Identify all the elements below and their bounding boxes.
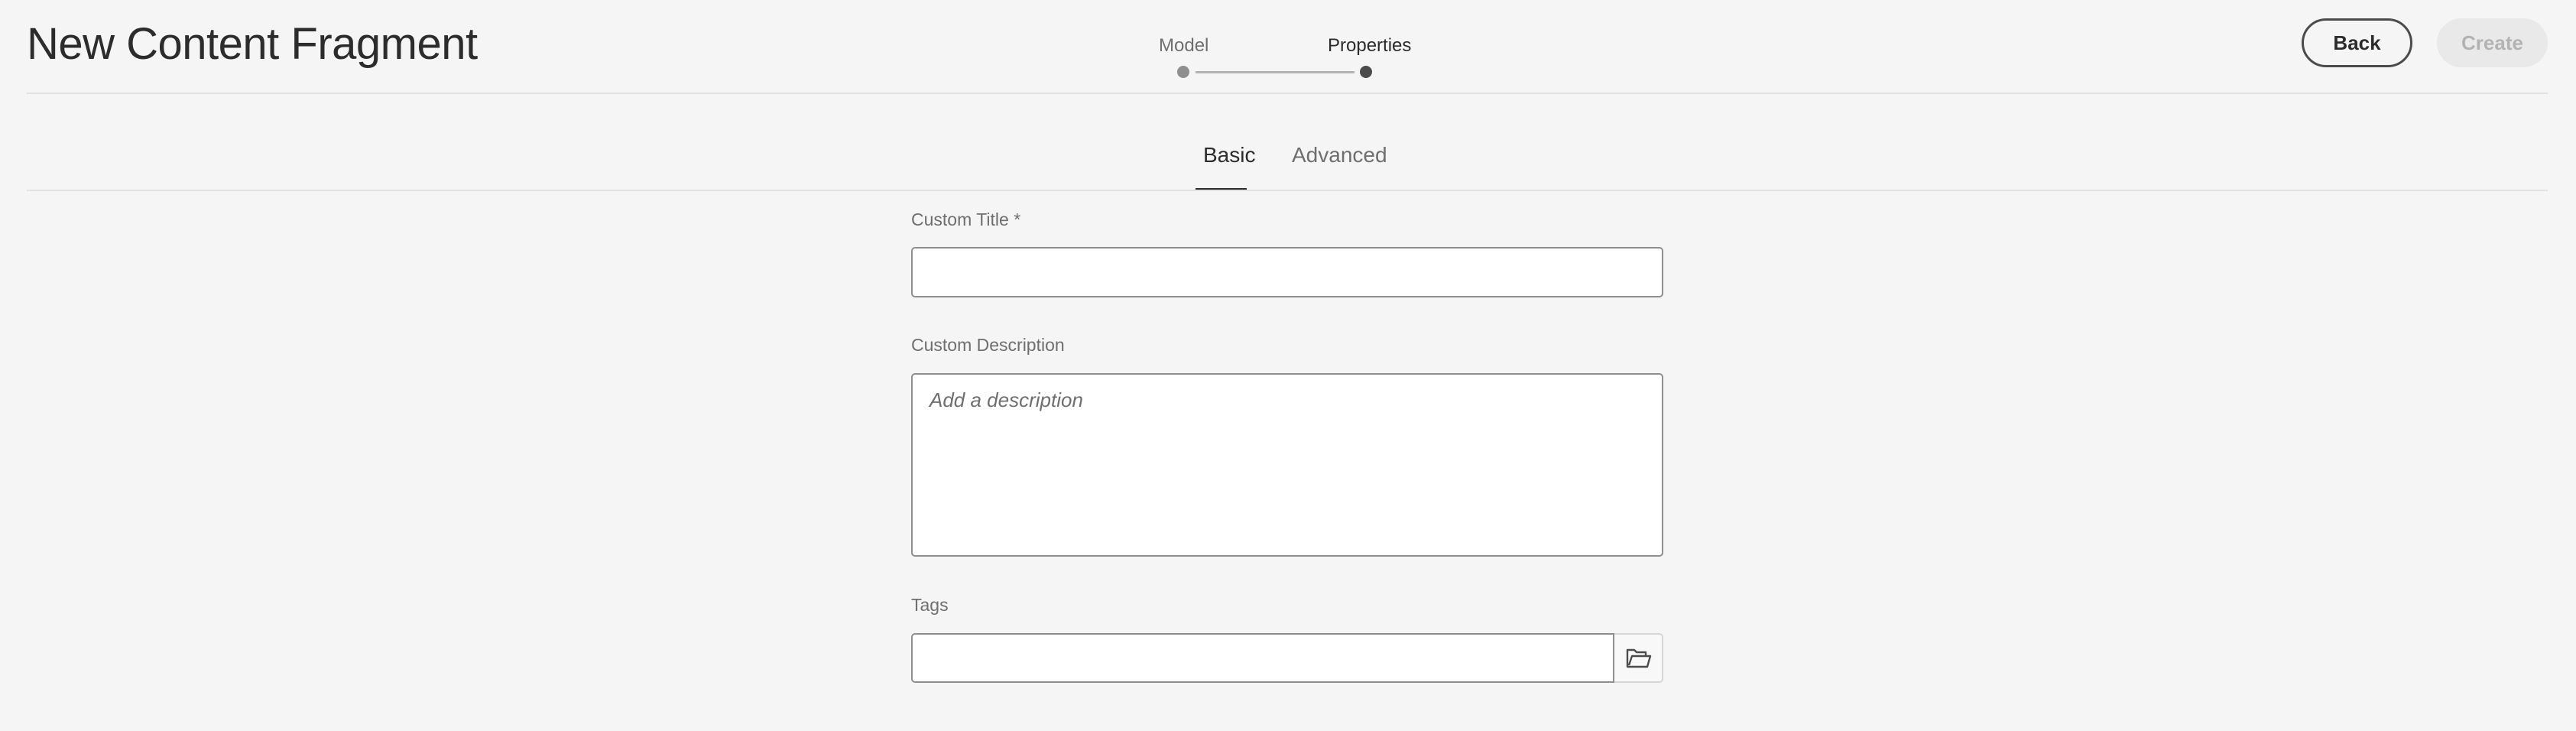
wizard-step-properties-dot	[1360, 66, 1372, 78]
wizard-step-model-label: Model	[1159, 35, 1209, 56]
back-button[interactable]: Back	[2302, 18, 2412, 67]
page-header: New Content Fragment Model Properties Ba…	[0, 0, 2576, 94]
wizard-step-properties-label: Properties	[1328, 35, 1412, 56]
custom-description-textarea[interactable]	[911, 373, 1663, 557]
custom-title-input[interactable]	[911, 247, 1663, 297]
create-button[interactable]: Create	[2437, 18, 2548, 67]
tags-input[interactable]	[911, 633, 1614, 683]
tags-picker-button[interactable]	[1614, 633, 1663, 683]
tab-advanced[interactable]: Advanced	[1292, 141, 1387, 170]
custom-title-label: Custom Title *	[911, 210, 1021, 229]
wizard-step-model-dot	[1177, 66, 1189, 78]
page-title: New Content Fragment	[27, 19, 478, 69]
wizard-steps: Model Properties	[1147, 28, 1437, 81]
tabs-divider	[27, 190, 2548, 191]
tab-list: Basic Advanced	[0, 122, 2576, 193]
tab-basic[interactable]: Basic	[1203, 141, 1255, 170]
wizard-step-connector	[1196, 71, 1355, 73]
folder-open-icon	[1626, 648, 1652, 668]
tags-label: Tags	[911, 595, 949, 615]
custom-description-label: Custom Description	[911, 335, 1065, 355]
header-divider	[27, 93, 2548, 94]
